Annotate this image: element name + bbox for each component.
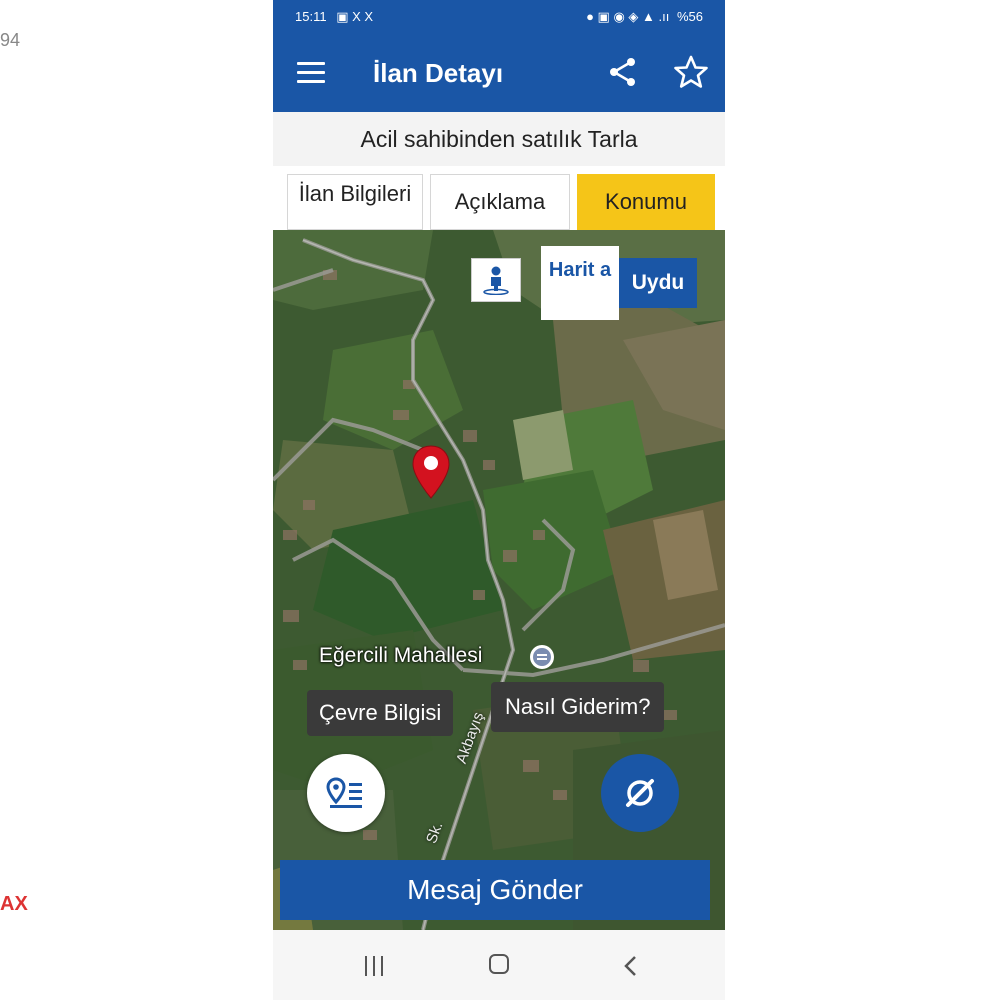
edge-text-top: 94 xyxy=(0,30,21,50)
poi-filter-button[interactable] xyxy=(307,754,385,832)
status-time: 15:11 xyxy=(295,9,327,24)
battery-level: %56 xyxy=(676,9,703,24)
back-icon[interactable] xyxy=(619,954,643,978)
status-left-icons: ▣ X X xyxy=(336,9,374,24)
map-type-harita-button[interactable]: Harit a xyxy=(541,246,619,320)
page-title: İlan Detayı xyxy=(373,58,504,88)
location-pin-icon xyxy=(412,445,450,499)
cevre-bilgisi-button[interactable]: Çevre Bilgisi xyxy=(307,690,454,736)
status-right: ● ▣ ◉ ◈ ▲ .ıı %56 xyxy=(586,9,703,25)
satellite-map[interactable]: Harit a Uydu Eğercili Mahallesi Akbayış … xyxy=(273,230,725,930)
status-bar: 15:11 ▣ X X ● ▣ ◉ ◈ ▲ .ıı %56 xyxy=(273,0,725,34)
menu-icon[interactable] xyxy=(297,60,327,86)
directions-compass-button[interactable] xyxy=(601,754,679,832)
share-icon[interactable] xyxy=(607,56,639,88)
place-label: Eğercili Mahallesi xyxy=(319,644,483,667)
star-icon[interactable] xyxy=(673,54,709,90)
map-type-uydu-button[interactable]: Uydu xyxy=(619,258,697,308)
tab-konumu[interactable]: Konumu xyxy=(577,174,715,230)
nasil-giderim-button[interactable]: Nasıl Giderim? xyxy=(491,682,665,732)
place-marker-icon xyxy=(530,645,554,669)
tab-ilan-bilgileri[interactable]: İlan Bilgileri xyxy=(287,174,423,230)
status-right-icons: ● ▣ ◉ ◈ ▲ .ıı xyxy=(586,9,670,24)
system-navigation-bar xyxy=(273,930,725,1000)
compass-icon xyxy=(626,779,654,807)
street-view-button[interactable] xyxy=(471,258,521,302)
app-bar: İlan Detayı xyxy=(273,34,725,112)
home-icon[interactable] xyxy=(489,954,509,974)
listing-title: Acil sahibinden satılık Tarla xyxy=(273,112,725,166)
tab-bar: İlan Bilgileri Açıklama Konumu xyxy=(273,166,725,230)
phone-screen: 15:11 ▣ X X ● ▣ ◉ ◈ ▲ .ıı %56 İlan Detay… xyxy=(273,0,725,1000)
pin-list-icon xyxy=(326,777,362,808)
tab-aciklama[interactable]: Açıklama xyxy=(430,174,570,230)
send-message-button[interactable]: Mesaj Gönder xyxy=(280,860,710,920)
person-icon xyxy=(483,266,509,295)
status-left: 15:11 ▣ X X xyxy=(295,9,373,25)
recent-apps-icon[interactable] xyxy=(363,956,387,976)
edge-text-bottom: AX xyxy=(0,893,28,915)
